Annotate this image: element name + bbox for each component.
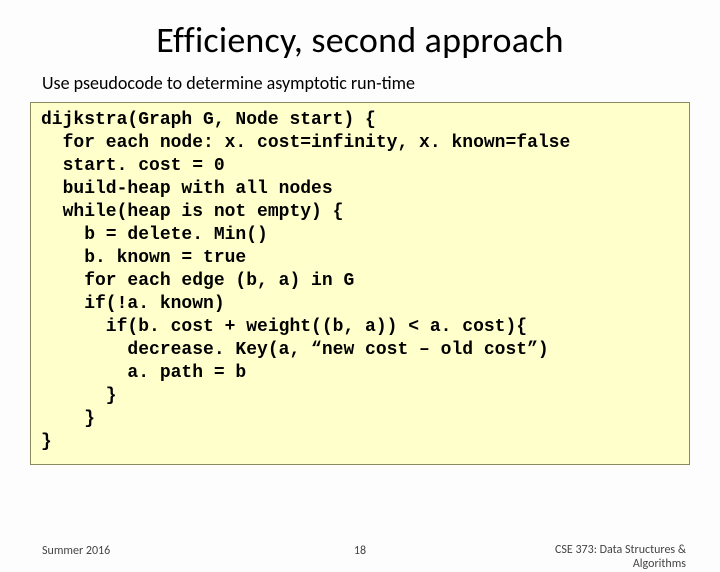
footer-right-line2: Algorithms <box>633 557 686 571</box>
pseudocode-block: dijkstra(Graph G, Node start) { for each… <box>30 102 690 465</box>
footer-right-line1: CSE 373: Data Structures & <box>555 543 686 557</box>
slide-subtitle: Use pseudocode to determine asymptotic r… <box>42 72 720 94</box>
footer-right: CSE 373: Data Structures & Algorithms <box>555 544 686 572</box>
footer-left: Summer 2016 <box>42 544 110 558</box>
slide-title: Efficiency, second approach <box>0 18 720 62</box>
slide-number: 18 <box>354 544 366 558</box>
